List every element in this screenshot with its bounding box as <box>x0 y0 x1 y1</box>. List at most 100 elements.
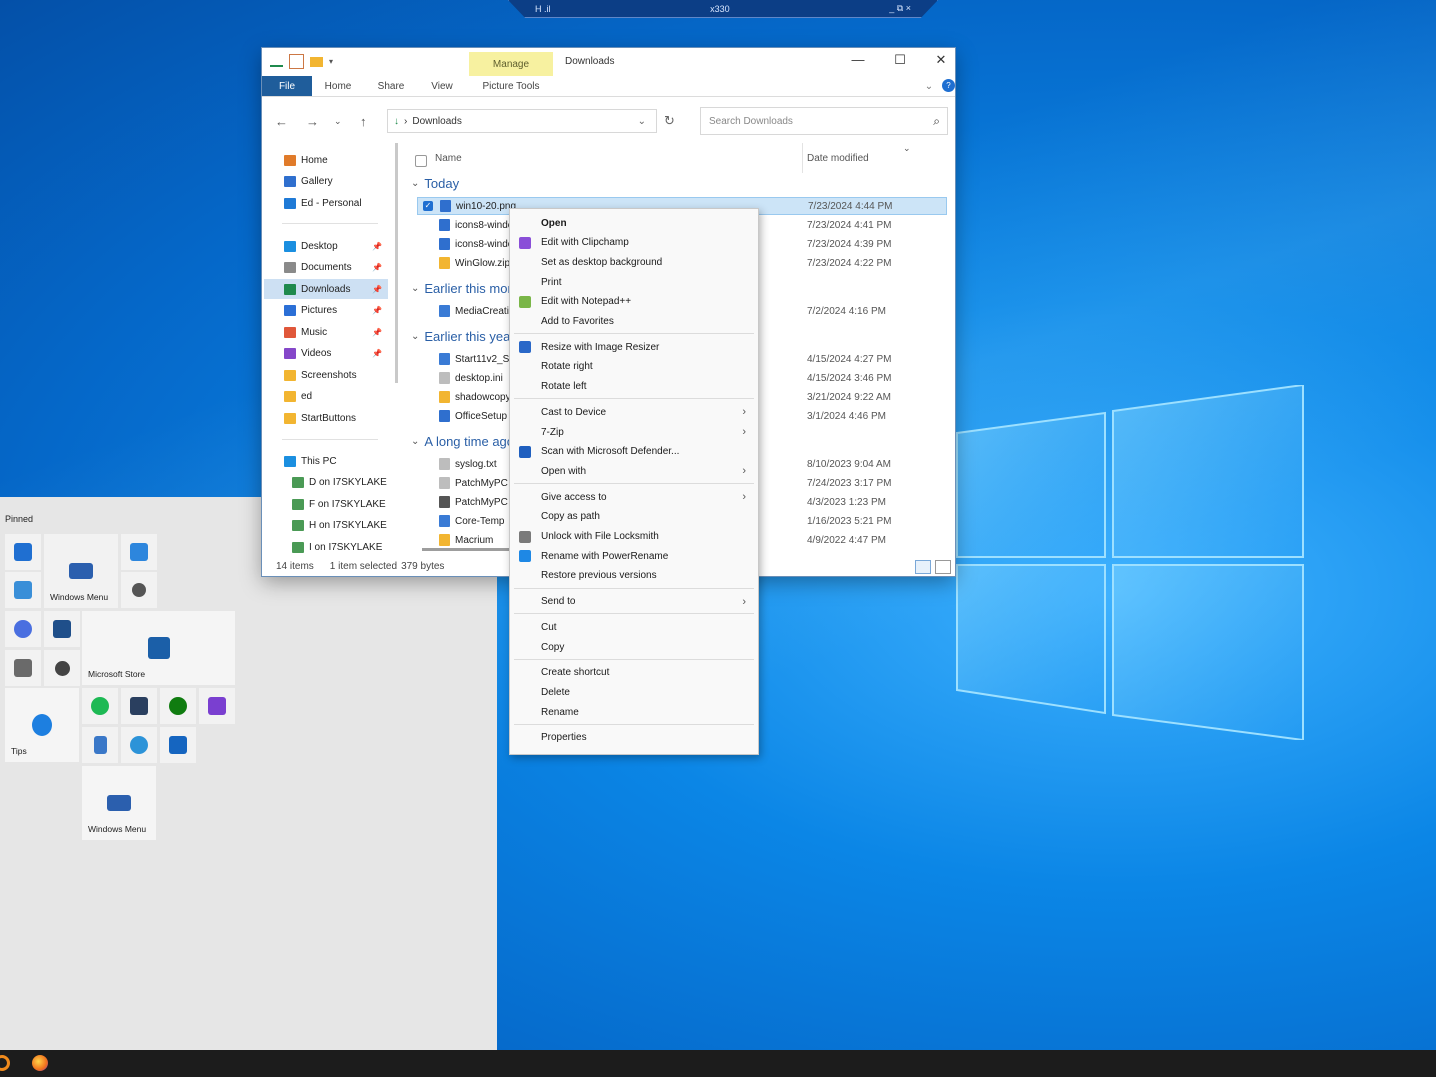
download-arrow-icon[interactable] <box>270 56 283 67</box>
sidebar-item-desktop[interactable]: Desktop 📌 <box>264 236 388 256</box>
forward-button[interactable]: → <box>306 114 319 129</box>
tab-view[interactable]: View <box>422 76 462 96</box>
menu-item-7-zip[interactable]: 7-Zip › <box>510 422 758 442</box>
menu-item-copy-as-path[interactable]: Copy as path <box>510 507 758 527</box>
sidebar-item-h-on-i7skylake[interactable]: H on I7SKYLAKE <box>264 516 388 536</box>
help-icon[interactable]: ? <box>942 79 955 92</box>
column-name[interactable]: Name <box>435 153 462 164</box>
breadcrumb-downloads[interactable]: Downloads <box>412 116 461 127</box>
column-date-modified[interactable]: Date modified <box>807 153 869 164</box>
menu-item-rename[interactable]: Rename <box>510 702 758 722</box>
tile-clipchamp[interactable] <box>199 688 235 724</box>
tile-spotify[interactable] <box>82 688 118 724</box>
sidebar-item-ed-personal[interactable]: Ed - Personal <box>264 193 388 213</box>
menu-item-rotate-right[interactable]: Rotate right <box>510 357 758 377</box>
menu-item-cut[interactable]: Cut <box>510 617 758 637</box>
pin-icon[interactable]: 📌 <box>372 349 382 358</box>
horizontal-scrollbar[interactable] <box>422 548 512 551</box>
menu-item-open[interactable]: Open <box>510 213 758 233</box>
menu-item-print[interactable]: Print <box>510 272 758 292</box>
sidebar-item-i-on-i7skylake[interactable]: I on I7SKYLAKE <box>264 537 388 557</box>
menu-item-open-with[interactable]: Open with › <box>510 461 758 481</box>
details-view-button[interactable] <box>915 560 931 574</box>
tile-microsoft-store[interactable]: Microsoft Store <box>82 611 235 685</box>
firefox-icon[interactable] <box>32 1055 48 1071</box>
menu-item-restore-previous-versions[interactable]: Restore previous versions <box>510 566 758 586</box>
tile-calendar[interactable] <box>121 534 157 570</box>
large-icons-view-button[interactable] <box>935 560 951 574</box>
sidebar-item-documents[interactable]: Documents 📌 <box>264 258 388 278</box>
address-dropdown-icon[interactable]: ⌄ <box>638 116 646 127</box>
tab-home[interactable]: Home <box>318 76 358 96</box>
menu-item-scan-with-microsoft-defender[interactable]: Scan with Microsoft Defender... <box>510 442 758 462</box>
menu-item-create-shortcut[interactable]: Create shortcut <box>510 663 758 683</box>
menu-item-rename-with-powerrename[interactable]: Rename with PowerRename <box>510 546 758 566</box>
tile-photos[interactable] <box>5 572 41 608</box>
refresh-button[interactable]: ↻ <box>664 113 675 129</box>
minimize-button[interactable]: — <box>843 52 873 67</box>
menu-item-send-to[interactable]: Send to › <box>510 592 758 612</box>
menu-item-rotate-left[interactable]: Rotate left <box>510 377 758 397</box>
ribbon-expand-icon[interactable]: ⌄ <box>922 76 936 96</box>
sidebar-item-f-on-i7skylake[interactable]: F on I7SKYLAKE <box>264 494 388 514</box>
menu-item-edit-with-clipchamp[interactable]: Edit with Clipchamp <box>510 233 758 253</box>
sidebar-item-home[interactable]: Home <box>264 150 388 170</box>
menu-item-delete[interactable]: Delete <box>510 682 758 702</box>
back-button[interactable]: ← <box>275 114 288 129</box>
tab-share[interactable]: Share <box>371 76 411 96</box>
menu-item-unlock-with-file-locksmith[interactable]: Unlock with File Locksmith <box>510 527 758 547</box>
menu-item-copy[interactable]: Copy <box>510 637 758 657</box>
remote-connection-bar[interactable]: H .il x330 _ ⧉ × <box>508 0 938 18</box>
sidebar-item-screenshots[interactable]: Screenshots <box>264 365 388 385</box>
search-input[interactable]: Search Downloads ⌕ <box>700 107 948 135</box>
pin-icon[interactable]: 📌 <box>372 328 382 337</box>
up-button[interactable]: ↑ <box>360 114 367 129</box>
select-all-checkbox[interactable] <box>415 155 427 167</box>
sidebar-item-downloads[interactable]: Downloads 📌 <box>264 279 388 299</box>
group-header[interactable]: ⌄ A long time ago <box>411 434 514 449</box>
tile-windows-menu[interactable]: Windows Menu <box>44 534 118 608</box>
menu-item-resize-with-image-resizer[interactable]: Resize with Image Resizer <box>510 337 758 357</box>
group-header[interactable]: ⌄ Earlier this year <box>411 329 515 344</box>
tile-solitaire[interactable] <box>44 611 80 647</box>
recent-locations-icon[interactable]: ⌄ <box>334 116 342 127</box>
menu-item-cast-to-device[interactable]: Cast to Device › <box>510 402 758 422</box>
tile-movies[interactable] <box>160 727 196 763</box>
sidebar-item-this-pc[interactable]: This PC <box>264 451 388 471</box>
sidebar-item-videos[interactable]: Videos 📌 <box>264 344 388 364</box>
row-checkbox[interactable]: ✓ <box>423 201 433 211</box>
menu-item-add-to-favorites[interactable]: Add to Favorites <box>510 312 758 332</box>
tile-tips[interactable]: Tips <box>5 688 79 762</box>
sidebar-item-pictures[interactable]: Pictures 📌 <box>264 301 388 321</box>
maximize-button[interactable]: ☐ <box>885 52 915 68</box>
properties-icon[interactable] <box>289 54 304 69</box>
tile-copilot[interactable] <box>5 611 41 647</box>
tab-file[interactable]: File <box>262 76 312 96</box>
tile-windows-menu-2[interactable]: Windows Menu <box>82 766 156 840</box>
pin-icon[interactable]: 📌 <box>372 242 382 251</box>
menu-item-give-access-to[interactable]: Give access to › <box>510 487 758 507</box>
menu-item-edit-with-notepad[interactable]: Edit with Notepad++ <box>510 292 758 312</box>
tile-settings[interactable] <box>121 572 157 608</box>
menu-item-set-as-desktop-background[interactable]: Set as desktop background <box>510 252 758 272</box>
sidebar-item-music[interactable]: Music 📌 <box>264 322 388 342</box>
tab-manage[interactable]: Manage <box>469 52 553 76</box>
close-button[interactable]: ✕ <box>926 52 956 68</box>
tile-calculator[interactable] <box>5 650 41 686</box>
nav-scrollbar[interactable] <box>395 143 398 383</box>
pin-icon[interactable]: 📌 <box>372 285 382 294</box>
tile-media[interactable] <box>121 688 157 724</box>
tile-clock[interactable] <box>44 650 80 686</box>
address-field[interactable]: ↓ › Downloads ⌄ <box>387 109 657 133</box>
tab-picture-tools[interactable]: Picture Tools <box>469 76 553 96</box>
tile-edge[interactable] <box>121 727 157 763</box>
group-header[interactable]: ⌄ Today <box>411 176 459 191</box>
start-button-icon[interactable] <box>0 1055 10 1071</box>
sidebar-item-d-on-i7skylake[interactable]: D on I7SKYLAKE <box>264 473 388 493</box>
sidebar-item-startbuttons[interactable]: StartButtons <box>264 408 388 428</box>
tile-xbox[interactable] <box>160 688 196 724</box>
tile-notepad[interactable] <box>82 727 118 763</box>
new-folder-icon[interactable] <box>310 56 323 67</box>
menu-item-properties[interactable]: Properties <box>510 728 758 748</box>
remote-bar-controls[interactable]: _ ⧉ × <box>889 3 911 14</box>
